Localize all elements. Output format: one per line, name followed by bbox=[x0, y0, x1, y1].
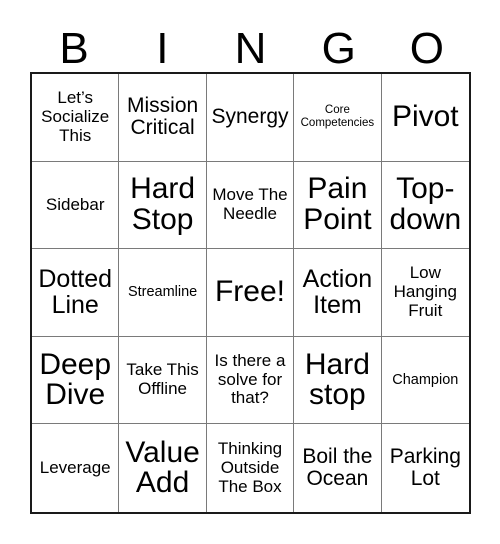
bingo-cell-label: Mission Critical bbox=[127, 93, 199, 140]
bingo-cell-label: Streamline bbox=[127, 284, 198, 301]
bingo-header-letter-g: G bbox=[321, 24, 356, 73]
bingo-cell-label: Free! bbox=[214, 275, 285, 309]
bingo-cell[interactable]: Sidebar bbox=[32, 161, 120, 250]
bingo-cell-label: Action Item bbox=[302, 265, 373, 320]
bingo-cell[interactable]: Deep Dive bbox=[32, 336, 120, 425]
bingo-cell-label: Top-down bbox=[389, 172, 462, 236]
bingo-cell-label: Synergy bbox=[211, 105, 289, 129]
bingo-card: B I N G O Let’s Socialize This Mission C… bbox=[0, 0, 500, 544]
bingo-cell-label: Is there a solve for that? bbox=[214, 351, 286, 408]
bingo-cell[interactable]: Action Item bbox=[294, 249, 382, 337]
bingo-cell[interactable]: Thinking Outside The Box bbox=[206, 424, 295, 512]
bingo-cell[interactable]: Move The Needle bbox=[206, 161, 295, 250]
bingo-cell[interactable]: Leverage bbox=[32, 424, 120, 512]
bingo-cell[interactable]: Champion bbox=[381, 336, 469, 425]
bingo-cell[interactable]: Hard Stop bbox=[119, 161, 207, 250]
bingo-cell-label: Sidebar bbox=[45, 194, 105, 214]
bingo-cell-label: Dotted Line bbox=[38, 265, 113, 320]
bingo-cell[interactable]: Value Add bbox=[119, 424, 207, 512]
bingo-cell-label: Move The Needle bbox=[212, 185, 288, 223]
bingo-cell-label: Hard stop bbox=[304, 347, 370, 412]
bingo-cell-label: Champion bbox=[392, 371, 459, 388]
bingo-cell[interactable]: Pain Point bbox=[294, 161, 382, 250]
bingo-cell[interactable]: Take This Offline bbox=[119, 336, 207, 425]
bingo-cell[interactable]: Hard stop bbox=[294, 336, 382, 425]
bingo-header-letter-o: O bbox=[409, 24, 445, 73]
bingo-cell-label: Pivot bbox=[391, 100, 459, 133]
bingo-cell-label: Take This Offline bbox=[126, 360, 199, 399]
bingo-cell-label: Pain Point bbox=[303, 172, 372, 236]
bingo-cell[interactable]: Low Hanging Fruit bbox=[381, 249, 469, 337]
bingo-cell[interactable]: Top-down bbox=[381, 161, 469, 250]
bingo-cell-label: Boil the Ocean bbox=[302, 444, 373, 491]
bingo-cell[interactable]: Pivot bbox=[381, 74, 469, 162]
bingo-header-letter-i: I bbox=[156, 24, 169, 73]
bingo-cell[interactable]: Let’s Socialize This bbox=[32, 74, 120, 162]
bingo-cell[interactable]: Boil the Ocean bbox=[294, 424, 382, 512]
bingo-cell[interactable]: Streamline bbox=[119, 249, 207, 337]
bingo-cell-free-space[interactable]: Free! bbox=[206, 249, 295, 337]
bingo-cell-label: Deep Dive bbox=[39, 347, 112, 412]
bingo-cell[interactable]: Mission Critical bbox=[119, 74, 207, 162]
bingo-header-letter-n: N bbox=[234, 24, 267, 73]
bingo-cell-label: Low Hanging Fruit bbox=[393, 263, 457, 320]
bingo-cell[interactable]: Parking Lot bbox=[381, 424, 469, 512]
bingo-cell-label: Core Competencies bbox=[300, 103, 375, 130]
bingo-cell[interactable]: Is there a solve for that? bbox=[206, 336, 295, 425]
bingo-cell-label: Parking Lot bbox=[389, 444, 461, 491]
bingo-cell[interactable]: Dotted Line bbox=[32, 249, 120, 337]
bingo-grid: Let’s Socialize This Mission Critical Sy… bbox=[30, 72, 471, 514]
bingo-header-letter-b: B bbox=[59, 24, 89, 73]
bingo-header: B I N G O bbox=[30, 20, 471, 72]
bingo-cell[interactable]: Core Competencies bbox=[294, 74, 382, 162]
bingo-cell-label: Let’s Socialize This bbox=[41, 88, 110, 145]
bingo-cell-label: Hard Stop bbox=[130, 172, 196, 236]
bingo-cell-label: Leverage bbox=[39, 457, 111, 477]
bingo-cell-label: Value Add bbox=[125, 435, 200, 500]
bingo-cell[interactable]: Synergy bbox=[206, 74, 295, 162]
bingo-cell-label: Thinking Outside The Box bbox=[217, 439, 283, 496]
